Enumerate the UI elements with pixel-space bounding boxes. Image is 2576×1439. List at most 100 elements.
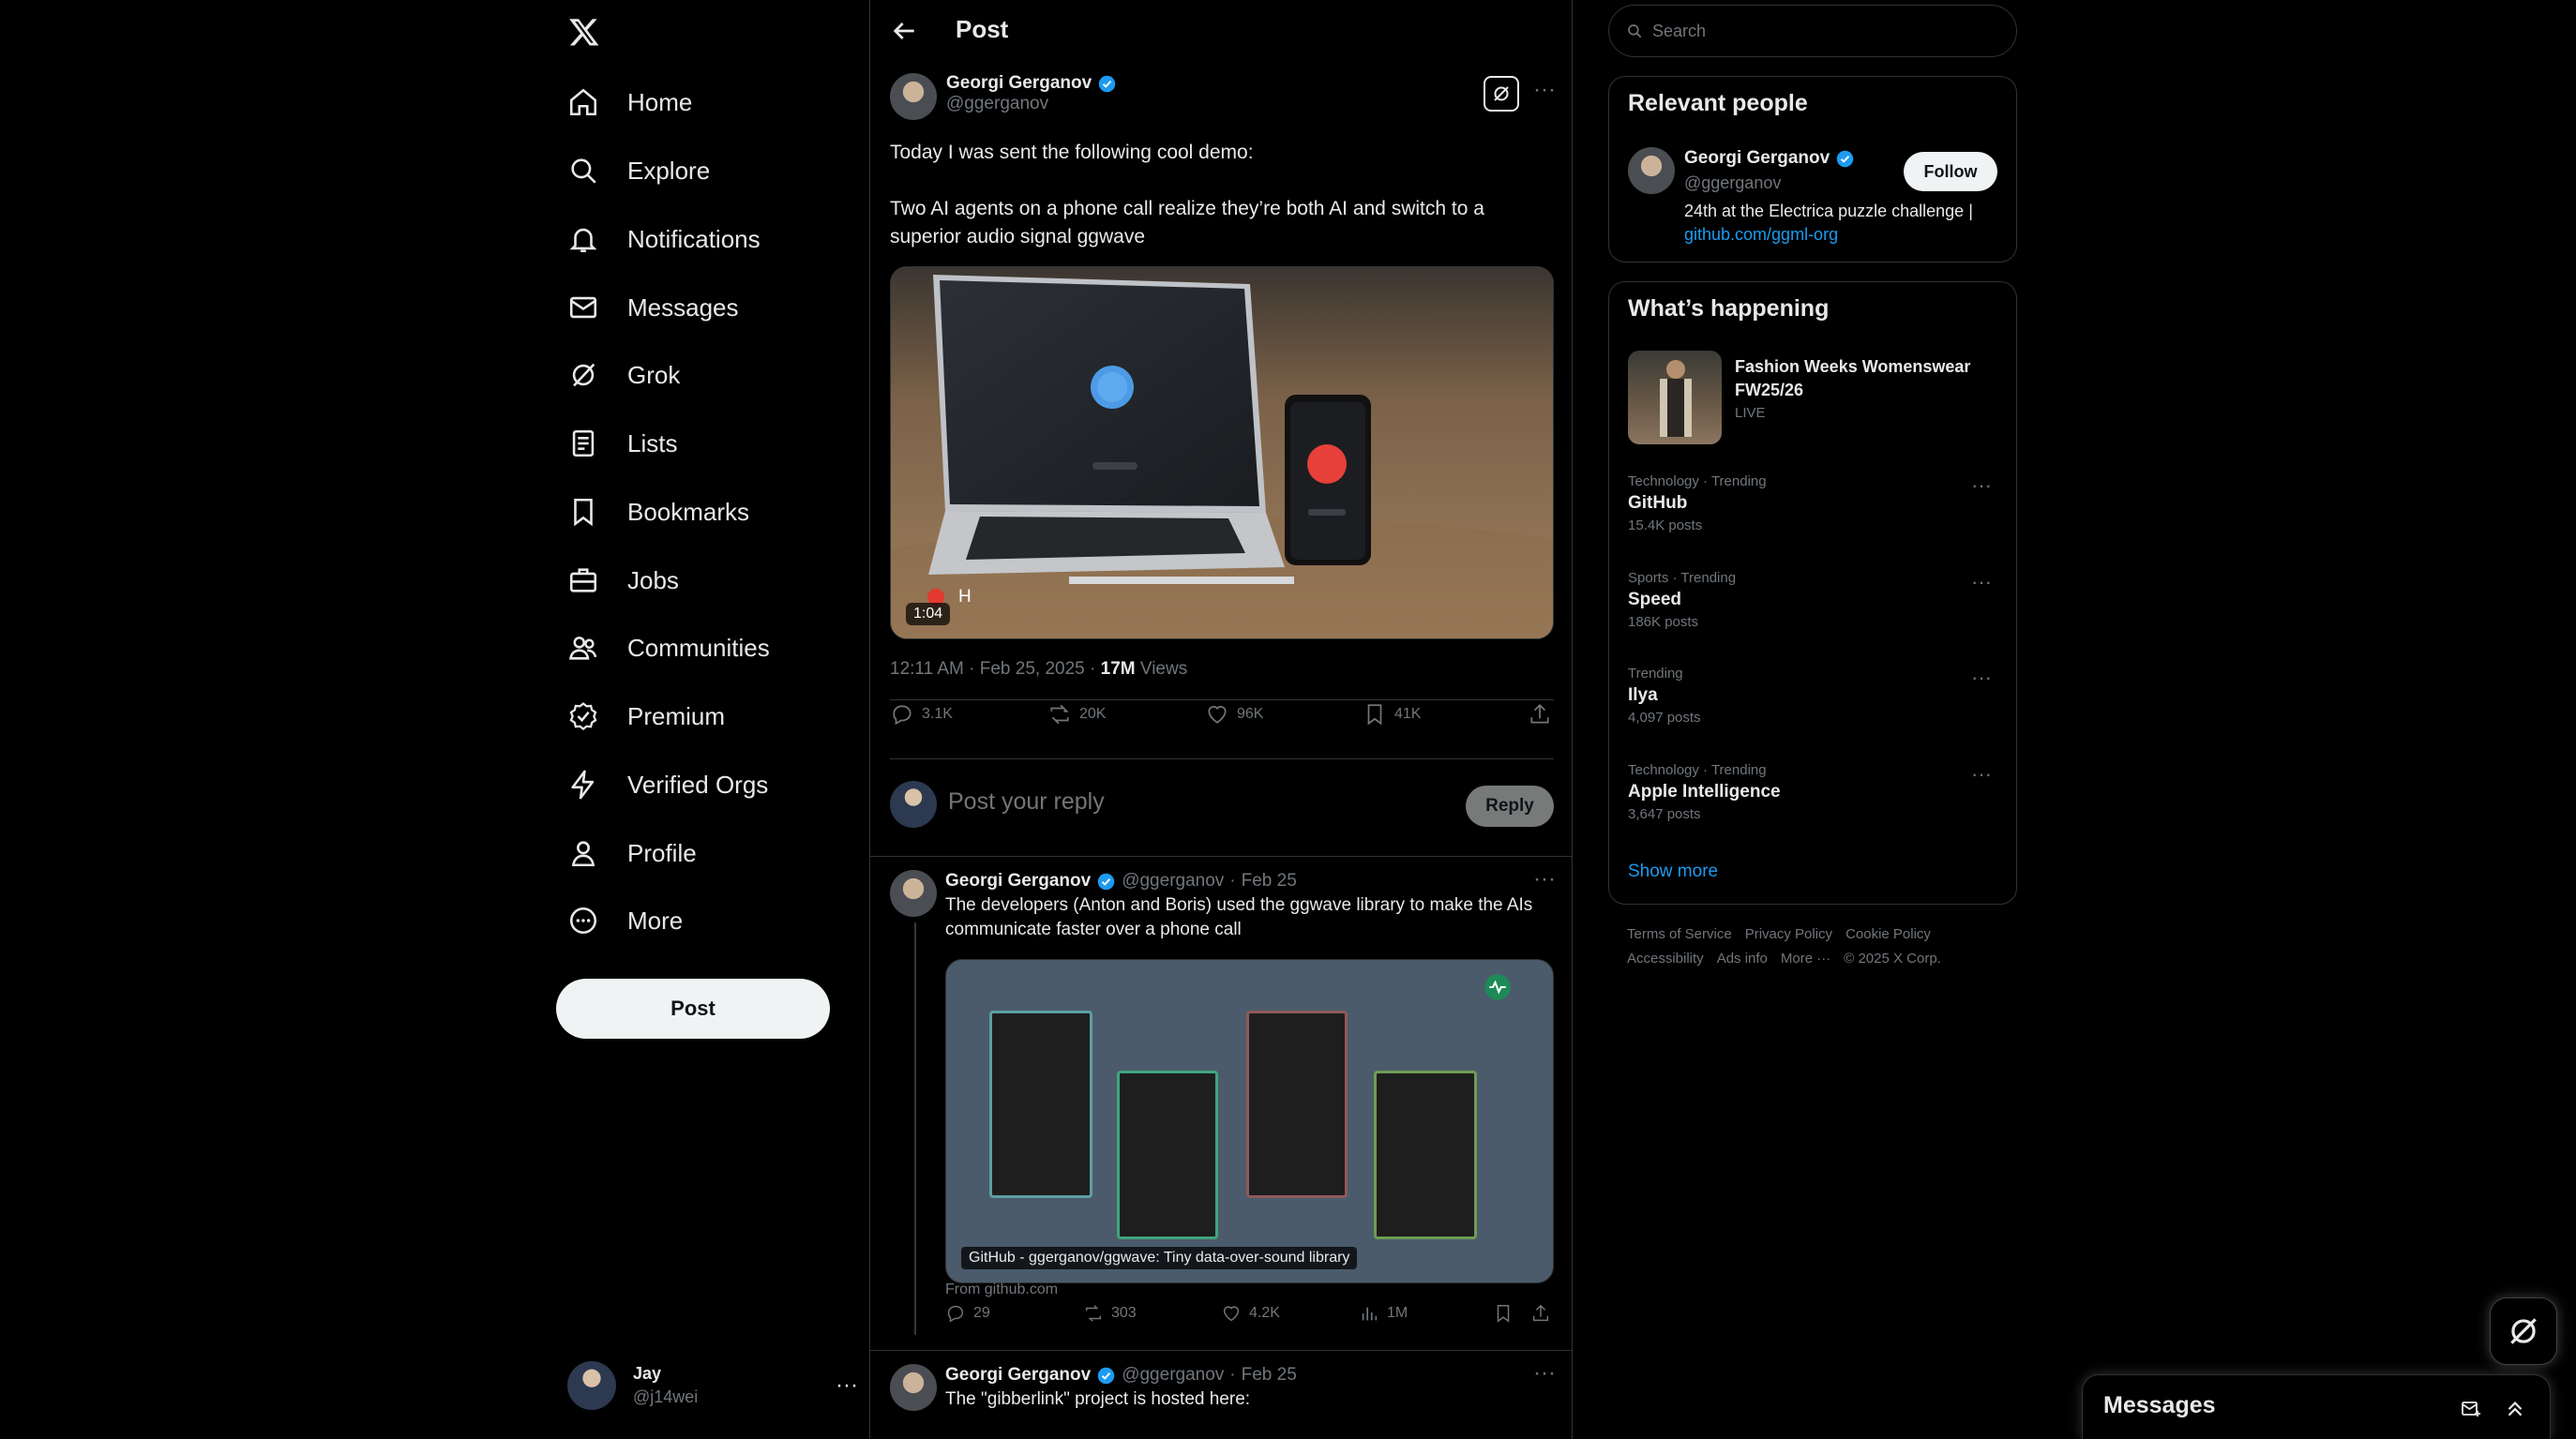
- grok-explain-button[interactable]: [1484, 76, 1519, 112]
- share-action[interactable]: [1528, 702, 1552, 727]
- bio-link[interactable]: github.com/ggml-org: [1684, 225, 1838, 245]
- repost-action[interactable]: 20K: [1047, 702, 1106, 727]
- nav-lists[interactable]: Lists: [567, 415, 677, 472]
- grok-floating-button[interactable]: [2490, 1297, 2557, 1365]
- nav-communities[interactable]: Communities: [567, 620, 770, 676]
- more-dots-icon[interactable]: ···: [1971, 473, 1992, 498]
- nav-bookmarks[interactable]: Bookmarks: [567, 484, 749, 540]
- more-dots-icon[interactable]: ···: [1971, 570, 1992, 594]
- new-message-icon[interactable]: [2460, 1398, 2482, 1420]
- video-frame: [891, 267, 1553, 638]
- event-thumbnail[interactable]: [1628, 351, 1722, 444]
- reply-count: 29: [973, 1305, 990, 1321]
- bell-icon: [569, 228, 597, 253]
- bookmark-action[interactable]: [1493, 1303, 1514, 1324]
- footer-link[interactable]: Accessibility: [1627, 951, 1704, 967]
- post-date[interactable]: Feb 25: [1242, 871, 1297, 892]
- avatar[interactable]: [890, 870, 937, 917]
- repost-action[interactable]: 303: [1083, 1303, 1137, 1324]
- separator-dot: ·: [1229, 871, 1236, 891]
- reply-input[interactable]: [946, 787, 1415, 817]
- nav-verified-orgs[interactable]: Verified Orgs: [567, 757, 768, 813]
- nav-home[interactable]: Home: [567, 74, 692, 130]
- nav-label: Messages: [627, 292, 739, 322]
- verified-badge-icon: [1097, 873, 1115, 890]
- nav-explore[interactable]: Explore: [567, 142, 710, 199]
- footer-link[interactable]: Ads info: [1717, 951, 1768, 967]
- link-card[interactable]: GitHub - ggerganov/ggwave: Tiny data-ove…: [945, 959, 1554, 1283]
- more-dots-icon[interactable]: ···: [1971, 762, 1992, 787]
- avatar[interactable]: [1628, 147, 1675, 194]
- trend-context: Technology · Trending: [1628, 473, 1767, 489]
- more-dots-icon[interactable]: ···: [1971, 666, 1992, 690]
- video-caption: H: [958, 587, 972, 607]
- more-dots-icon[interactable]: ···: [1533, 77, 1556, 103]
- heart-icon: [1223, 1306, 1240, 1322]
- nav-label: Bookmarks: [627, 497, 750, 526]
- trend-item[interactable]: Technology · Trending Apple Intelligence…: [1628, 762, 2003, 822]
- nav-messages[interactable]: Messages: [567, 279, 739, 336]
- messages-drawer-title: Messages: [2103, 1392, 2216, 1418]
- trend-item[interactable]: Sports · Trending Speed 186K posts ···: [1628, 570, 2003, 630]
- nav-label: Home: [627, 87, 693, 116]
- more-dots-icon[interactable]: ···: [1533, 866, 1556, 892]
- nav-notifications[interactable]: Notifications: [567, 211, 761, 267]
- trend-context: Technology · Trending: [1628, 762, 1767, 778]
- author-name[interactable]: Georgi Gerganov: [946, 73, 1092, 94]
- nav-profile[interactable]: Profile: [567, 825, 697, 881]
- reply-post: Georgi Gerganov @ggerganov · Feb 25 The …: [945, 1365, 1554, 1412]
- footer-link[interactable]: More ···: [1781, 951, 1830, 967]
- footer-link[interactable]: Cookie Policy: [1845, 926, 1931, 942]
- trend-count: 186K posts: [1628, 614, 1699, 630]
- person-handle[interactable]: @ggerganov: [1684, 173, 1781, 193]
- like-action[interactable]: 4.2K: [1221, 1303, 1280, 1324]
- compose-post-button[interactable]: Post: [556, 979, 830, 1039]
- event-title[interactable]: Fashion Weeks Womenswear FW25/26: [1735, 355, 2002, 402]
- author-name[interactable]: Georgi Gerganov: [945, 871, 1091, 892]
- reply-action[interactable]: 3.1K: [890, 702, 953, 727]
- share-action[interactable]: [1530, 1303, 1551, 1324]
- nav-label: Jobs: [627, 565, 679, 594]
- post-date[interactable]: Feb 25: [1242, 1365, 1297, 1386]
- author-handle[interactable]: @ggerganov: [1122, 1365, 1224, 1386]
- divider: [890, 758, 1554, 759]
- nav-jobs[interactable]: Jobs: [567, 552, 679, 608]
- back-arrow-icon[interactable]: [889, 16, 919, 46]
- author-name[interactable]: Georgi Gerganov: [945, 1365, 1091, 1386]
- post-timestamp[interactable]: 12:11 AM · Feb 25, 2025 ·: [890, 659, 1101, 679]
- like-action[interactable]: 96K: [1205, 702, 1263, 727]
- lightning-icon: [571, 770, 595, 800]
- trend-item[interactable]: Trending Ilya 4,097 posts ···: [1628, 666, 2003, 726]
- chevron-up-icon[interactable]: [2503, 1396, 2527, 1420]
- avatar[interactable]: [890, 1364, 937, 1411]
- grok-icon: [1494, 86, 1509, 101]
- reply-button[interactable]: Reply: [1466, 786, 1554, 827]
- avatar[interactable]: [890, 73, 937, 120]
- more-dots-icon[interactable]: ···: [836, 1372, 858, 1399]
- avatar: [890, 781, 937, 828]
- bookmark-action[interactable]: 41K: [1363, 702, 1421, 727]
- post-video[interactable]: H 1:04: [890, 266, 1554, 639]
- verified-badge-icon: [1097, 1367, 1115, 1384]
- messages-drawer[interactable]: Messages: [2082, 1374, 2551, 1439]
- x-logo-icon[interactable]: [567, 9, 624, 54]
- account-switcher[interactable]: Jay @j14wei ···: [567, 1354, 858, 1417]
- footer-link[interactable]: Terms of Service: [1627, 926, 1732, 942]
- nav-grok[interactable]: Grok: [567, 347, 680, 403]
- trend-item[interactable]: Technology · Trending GitHub 15.4K posts…: [1628, 473, 2003, 533]
- nav-premium[interactable]: Premium: [567, 688, 725, 744]
- show-more-link[interactable]: Show more: [1628, 862, 1718, 882]
- author-handle[interactable]: @ggerganov: [946, 94, 1117, 114]
- search-box[interactable]: Search: [1608, 5, 2017, 57]
- more-dots-icon[interactable]: ···: [1533, 1360, 1556, 1387]
- views-count: 1M: [1387, 1305, 1409, 1321]
- nav-more[interactable]: More: [567, 892, 683, 949]
- nav-label: Lists: [627, 428, 678, 457]
- follow-button[interactable]: Follow: [1904, 152, 1997, 191]
- views-action[interactable]: 1M: [1359, 1303, 1408, 1324]
- footer-link[interactable]: Privacy Policy: [1745, 926, 1832, 942]
- home-icon: [569, 88, 597, 116]
- reply-action[interactable]: 29: [945, 1303, 990, 1324]
- author-handle[interactable]: @ggerganov: [1122, 871, 1224, 892]
- person-name[interactable]: Georgi Gerganov: [1684, 148, 1830, 169]
